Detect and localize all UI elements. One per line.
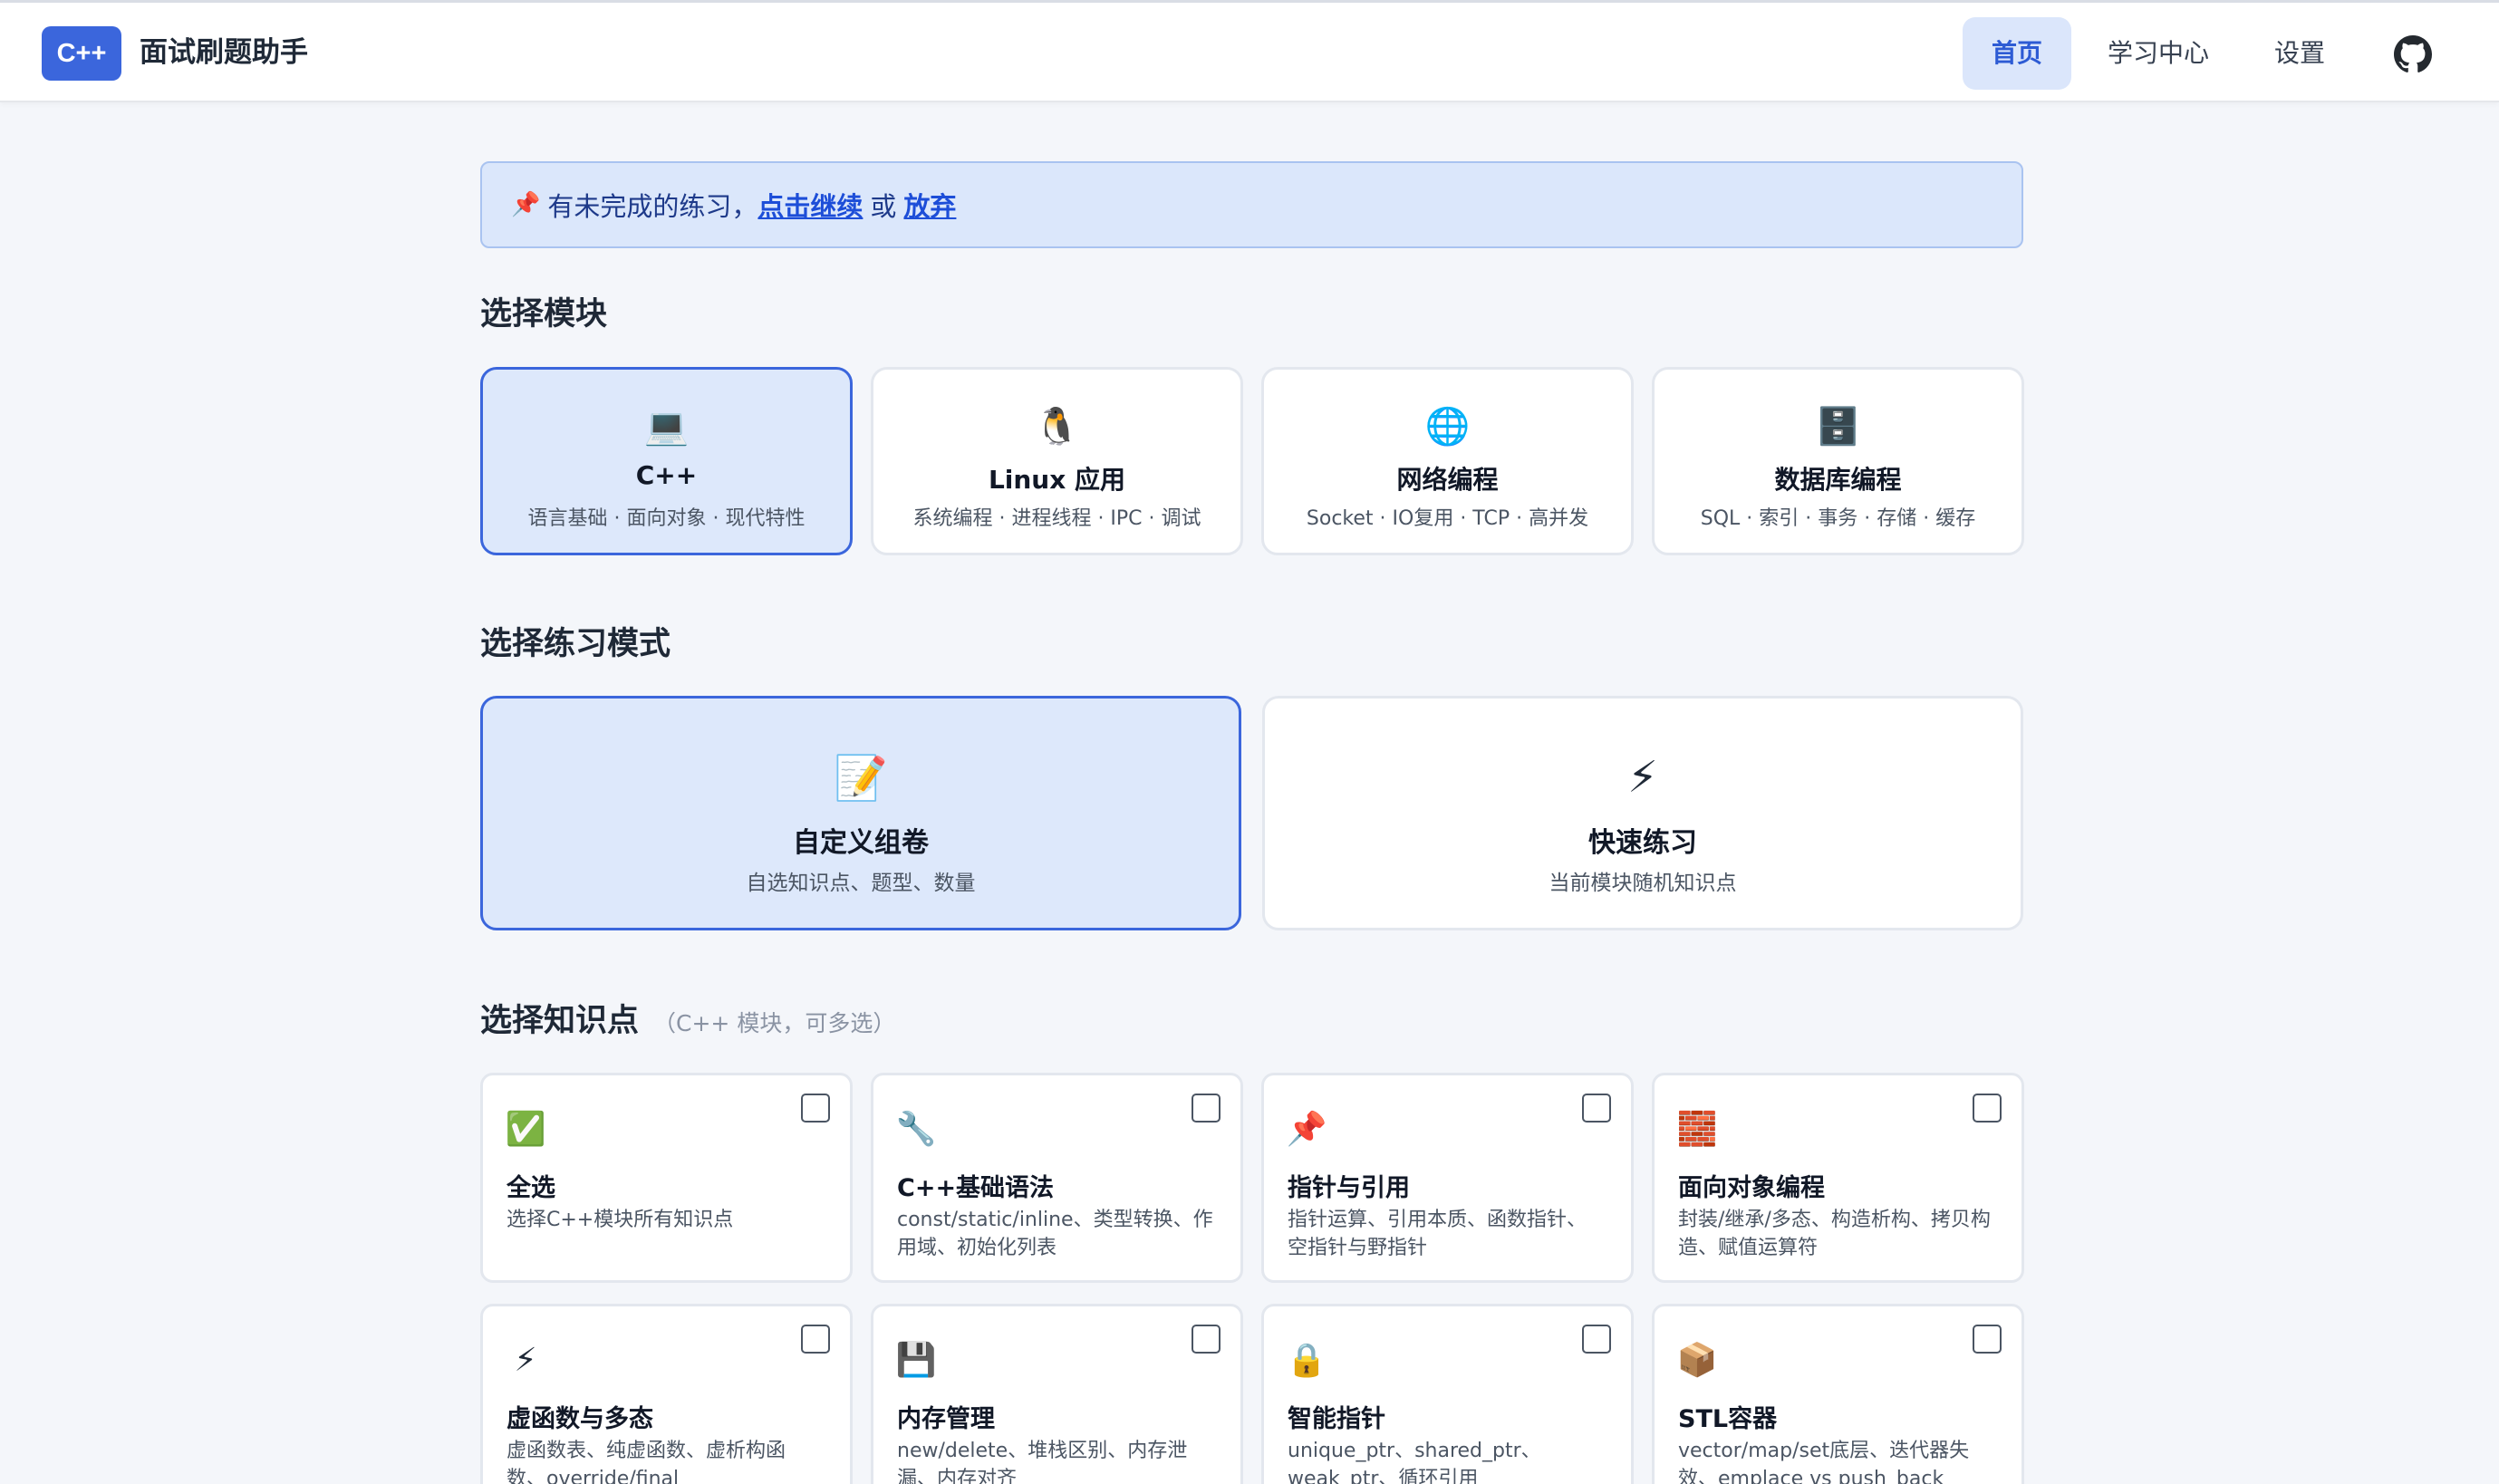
abandon-link[interactable]: 放弃 (903, 186, 956, 224)
topic-desc: 选择C++模块所有知识点 (507, 1209, 734, 1231)
memo-icon: 📝 (834, 752, 888, 804)
topic-card-smart-pointers[interactable]: 🔒 智能指针 unique_ptr、shared_ptr、weak_ptr、循环… (1261, 1304, 1634, 1484)
topic-checkbox[interactable] (801, 1094, 830, 1123)
module-desc: Socket · IO复用 · TCP · 高并发 (1306, 507, 1589, 530)
topic-card-pointers-references[interactable]: 📌 指针与引用 指针运算、引用本质、函数指针、空指针与野指针 (1261, 1073, 1634, 1283)
check-mark-icon: ✅ (505, 1111, 546, 1148)
modules-section-title: 选择模块 (480, 296, 608, 332)
topic-card-select-all[interactable]: ✅ 全选 选择C++模块所有知识点 (480, 1073, 853, 1283)
module-desc: 语言基础 · 面向对象 · 现代特性 (527, 507, 806, 530)
penguin-icon: 🐧 (1034, 405, 1080, 448)
topic-checkbox[interactable] (1973, 1094, 2002, 1123)
nav-home[interactable]: 首页 (1963, 17, 2071, 90)
module-card-database[interactable]: 🗄️ 数据库编程 SQL · 索引 · 事务 · 存储 · 缓存 (1652, 367, 2024, 555)
app-name: 面试刷题助手 (140, 36, 308, 69)
topic-title: 内存管理 (897, 1405, 995, 1433)
topic-desc: const/static/inline、类型转换、作用域、初始化列表 (897, 1209, 1213, 1259)
lock-icon: 🔒 (1286, 1342, 1327, 1379)
app-logo[interactable]: C++ (42, 26, 121, 81)
topic-card-oop[interactable]: 🧱 面向对象编程 封装/继承/多态、构造析构、拷贝构造、赋值运算符 (1652, 1073, 2024, 1283)
bricks-icon: 🧱 (1676, 1111, 1718, 1148)
topic-desc: vector/map/set底层、迭代器失效、emplace vs push_b… (1678, 1440, 1970, 1484)
module-card-cpp[interactable]: 💻 C++ 语言基础 · 面向对象 · 现代特性 (480, 367, 853, 555)
module-desc: SQL · 索引 · 事务 · 存储 · 缓存 (1700, 507, 1976, 530)
laptop-icon: 💻 (643, 405, 690, 448)
module-title: 数据库编程 (1774, 465, 1902, 495)
topic-title: C++基础语法 (897, 1174, 1055, 1202)
topic-card-virtual-functions[interactable]: ⚡ 虚函数与多态 虚函数表、纯虚函数、虚析构函数、override/final (480, 1304, 853, 1484)
mode-title: 快速练习 (1588, 827, 1697, 859)
topic-desc: 指针运算、引用本质、函数指针、空指针与野指针 (1288, 1209, 1587, 1259)
floppy-disk-icon: 💾 (895, 1342, 937, 1379)
lightning-icon: ⚡ (514, 1341, 537, 1379)
topic-desc: 虚函数表、纯虚函数、虚析构函数、override/final (507, 1440, 786, 1484)
topic-title: 智能指针 (1288, 1405, 1385, 1433)
topic-card-basic-syntax[interactable]: 🔧 C++基础语法 const/static/inline、类型转换、作用域、初… (871, 1073, 1243, 1283)
cabinet-icon: 🗄️ (1815, 405, 1861, 448)
nav-learning-center[interactable]: 学习中心 (2093, 17, 2224, 90)
topic-checkbox[interactable] (801, 1325, 830, 1354)
mode-card-quick[interactable]: ⚡ 快速练习 当前模块随机知识点 (1262, 696, 2023, 930)
package-icon: 📦 (1676, 1342, 1718, 1379)
topic-desc: unique_ptr、shared_ptr、weak_ptr、循环引用 (1288, 1440, 1541, 1484)
top-navbar: C++ 面试刷题助手 首页 学习中心 设置 (0, 0, 2499, 102)
topic-checkbox[interactable] (1582, 1094, 1611, 1123)
module-card-linux[interactable]: 🐧 Linux 应用 系统编程 · 进程线程 · IPC · 调试 (871, 367, 1243, 555)
mode-section-title: 选择练习模式 (480, 626, 671, 662)
topic-title: 指针与引用 (1288, 1174, 1410, 1202)
module-title: 网络编程 (1396, 465, 1499, 495)
globe-icon: 🌐 (1424, 405, 1471, 448)
topics-section-title: 选择知识点 （C++ 模块，可多选） (480, 995, 895, 1041)
pushpin-icon: 📌 (511, 191, 541, 218)
unfinished-practice-notice: 📌 有未完成的练习， 点击继续 或 放弃 (480, 161, 2023, 248)
mode-title: 自定义组卷 (793, 827, 929, 859)
topic-title: 全选 (507, 1174, 555, 1202)
module-title: Linux 应用 (988, 465, 1126, 495)
lightning-icon: ⚡ (1627, 752, 1658, 803)
topic-title: 面向对象编程 (1678, 1174, 1825, 1202)
module-title: C++ (635, 460, 698, 490)
topic-card-stl-containers[interactable]: 📦 STL容器 vector/map/set底层、迭代器失效、emplace v… (1652, 1304, 2024, 1484)
wrench-icon: 🔧 (895, 1111, 937, 1148)
pushpin-icon: 📌 (1286, 1111, 1327, 1148)
continue-link[interactable]: 点击继续 (757, 186, 863, 224)
topic-checkbox[interactable] (1192, 1094, 1221, 1123)
module-desc: 系统编程 · 进程线程 · IPC · 调试 (912, 507, 1201, 530)
topics-title-text: 选择知识点 (480, 1003, 640, 1039)
github-icon[interactable] (2394, 35, 2432, 73)
topic-title: STL容器 (1678, 1405, 1778, 1433)
module-card-network[interactable]: 🌐 网络编程 Socket · IO复用 · TCP · 高并发 (1261, 367, 1634, 555)
topic-desc: 封装/继承/多态、构造析构、拷贝构造、赋值运算符 (1678, 1209, 1991, 1259)
mode-desc: 自选知识点、题型、数量 (746, 872, 976, 895)
topic-title: 虚函数与多态 (507, 1405, 653, 1433)
mode-card-custom[interactable]: 📝 自定义组卷 自选知识点、题型、数量 (480, 696, 1241, 930)
topics-hint: （C++ 模块，可多选） (653, 1010, 896, 1036)
notice-or-text: 或 (870, 191, 897, 222)
topic-desc: new/delete、堆栈区别、内存泄漏、内存对齐 (897, 1440, 1188, 1484)
topic-checkbox[interactable] (1973, 1325, 2002, 1354)
topic-card-memory-management[interactable]: 💾 内存管理 new/delete、堆栈区别、内存泄漏、内存对齐 (871, 1304, 1243, 1484)
nav-settings[interactable]: 设置 (2256, 17, 2343, 90)
mode-desc: 当前模块随机知识点 (1549, 872, 1737, 895)
topic-checkbox[interactable] (1192, 1325, 1221, 1354)
notice-text: 有未完成的练习， (547, 191, 758, 222)
topic-checkbox[interactable] (1582, 1325, 1611, 1354)
